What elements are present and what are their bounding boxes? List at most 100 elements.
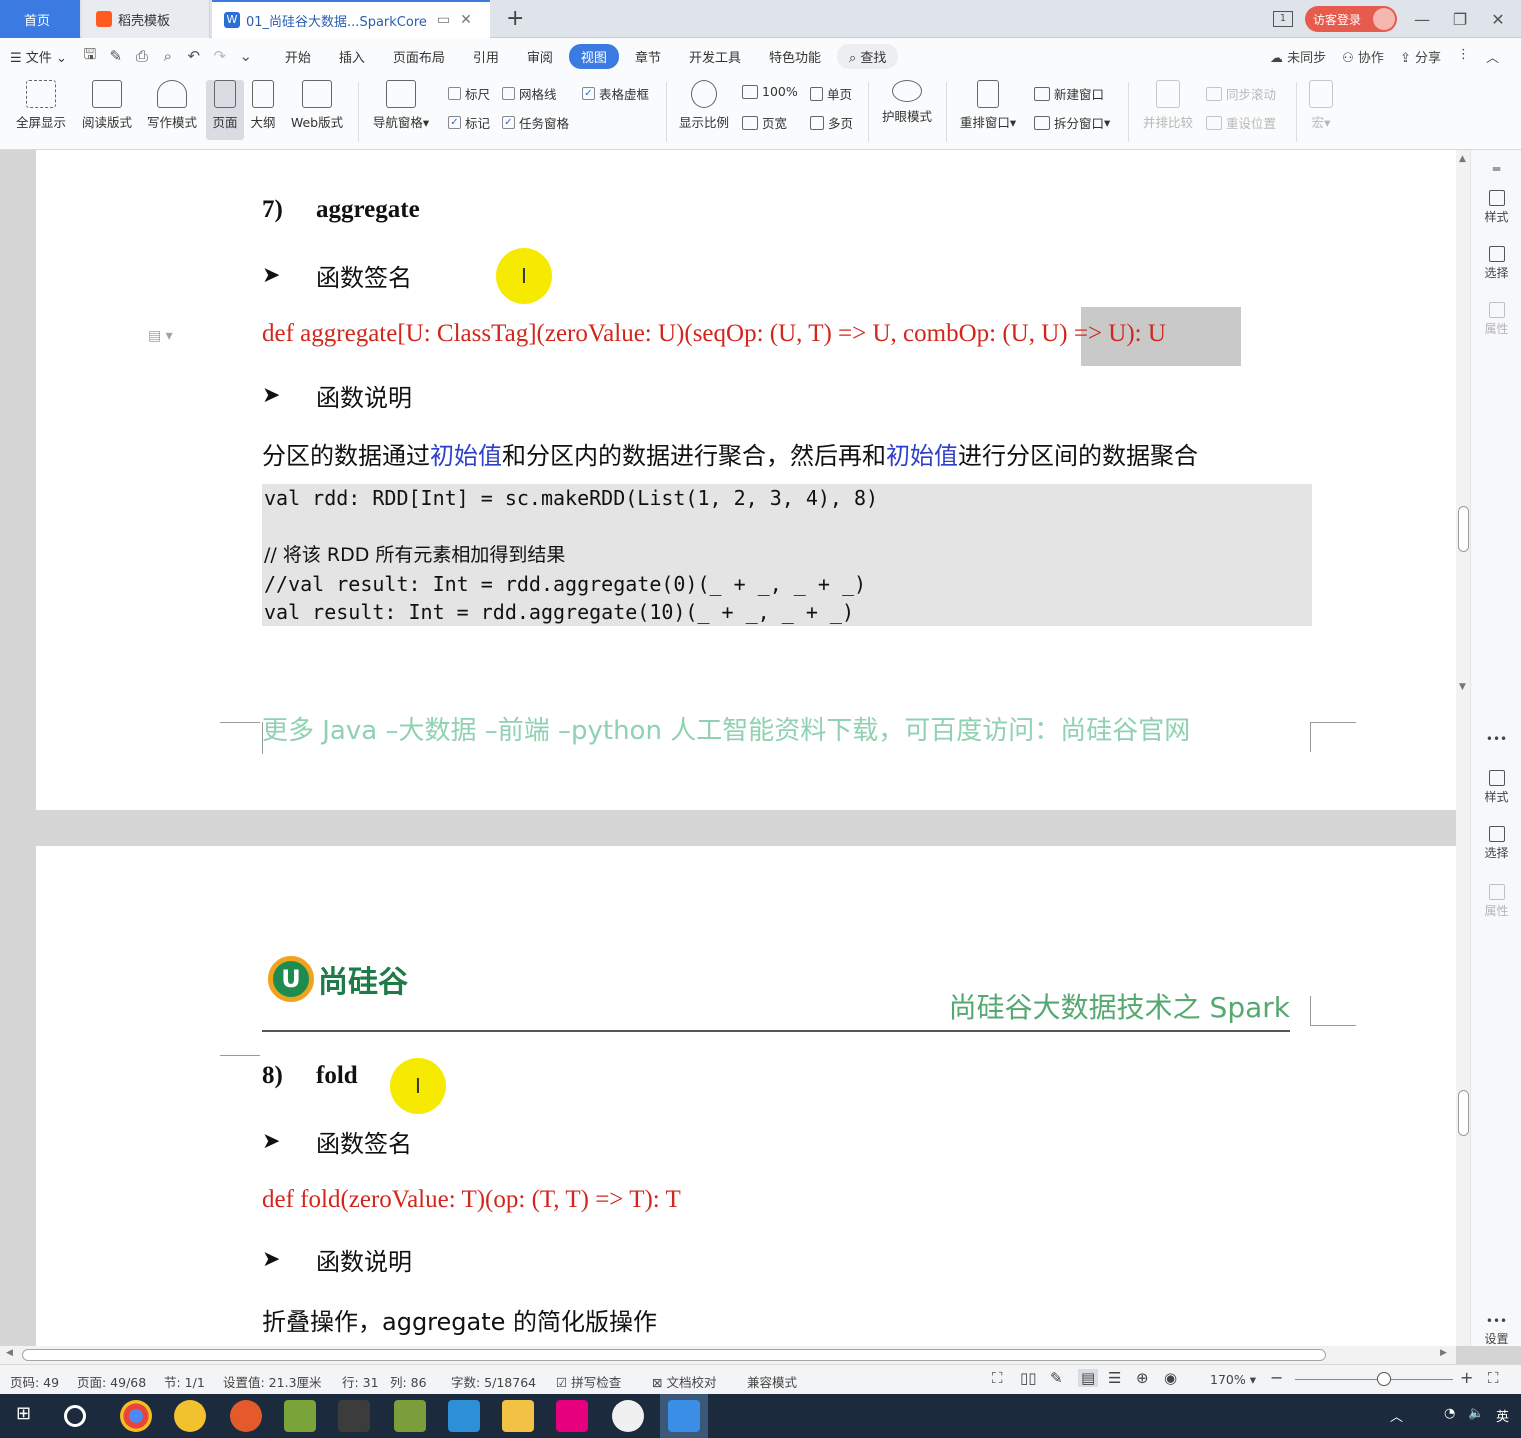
restore-icon[interactable]: ❐ [1447, 10, 1473, 29]
close-tab-icon[interactable]: ✕ [460, 12, 472, 28]
web-status-icon[interactable]: ⊕ [1136, 1369, 1149, 1387]
quick-access-dropdown-icon[interactable]: ⌄ [237, 47, 255, 65]
split-window-button[interactable]: 拆分窗口 ▾ [1034, 113, 1110, 132]
more-icon[interactable]: ⋮ [1457, 47, 1470, 66]
properties-pane-button[interactable]: 属性 [1471, 884, 1521, 919]
green-app-icon[interactable] [284, 1400, 316, 1432]
task-pane-checkbox[interactable]: ✓ 任务窗格 [502, 113, 569, 132]
menu-item-8[interactable]: 特色功能 [757, 44, 833, 69]
tab-home[interactable]: 首页 [0, 0, 80, 38]
login-button[interactable]: 访客登录 [1304, 6, 1397, 32]
scroll-down-icon[interactable]: ▼ [1459, 682, 1466, 692]
reset-position-button[interactable]: 重设位置 [1206, 113, 1276, 132]
scroll-thumb[interactable] [1458, 506, 1469, 552]
single-page-button[interactable]: 单页 [810, 84, 852, 103]
menu-item-7[interactable]: 开发工具 [677, 44, 753, 69]
side-by-side-button[interactable]: 并排比较 [1138, 80, 1198, 131]
menu-item-4[interactable]: 审阅 [515, 44, 565, 69]
terminal-app-icon[interactable] [338, 1400, 370, 1432]
status-words[interactable]: 字数: 5/18764 [451, 1372, 536, 1391]
eye-care-status-icon[interactable]: ◉ [1164, 1369, 1177, 1387]
nav-pane-button[interactable]: 导航窗格▾ [366, 80, 436, 131]
chat-app-icon[interactable] [612, 1400, 644, 1432]
zoom-100-button[interactable]: 100% [742, 84, 798, 99]
outline-status-icon[interactable]: ☰ [1108, 1369, 1121, 1387]
volume-icon[interactable]: 🔈 [1468, 1406, 1484, 1421]
table-dotted-checkbox[interactable]: ✓ 表格虚框 [582, 84, 649, 103]
collapse-ribbon-icon[interactable]: ︿ [1486, 47, 1499, 66]
writing-mode-button[interactable]: 写作模式 [142, 80, 202, 131]
share-button[interactable]: ⇪ 分享 [1400, 47, 1441, 66]
save-icon[interactable]: 🖫 [81, 44, 99, 69]
spell-check-button[interactable]: ☑ 拼写检查 [556, 1372, 621, 1391]
file-menu[interactable]: ☰ 文件 ⌄ [10, 47, 67, 66]
fullscreen-button[interactable]: 全屏显示 [10, 80, 72, 131]
page-view-button[interactable]: 页面 [206, 80, 244, 140]
scroll-right-icon[interactable]: ▶ [1440, 1348, 1447, 1358]
status-page-number[interactable]: 页码: 49 [10, 1372, 59, 1391]
vertical-scrollbar[interactable]: ▲ ▼ [1456, 150, 1470, 1346]
select-pane-button[interactable]: 选择 [1471, 246, 1521, 281]
multi-page-button[interactable]: 多页 [810, 113, 853, 132]
ime-indicator[interactable]: 英 [1496, 1406, 1509, 1425]
zoom-level[interactable]: 170% ▾ [1210, 1372, 1256, 1387]
document-area[interactable]: 7) aggregate I ➤ 函数签名 ▤ ▾ def aggregate[U:… [0, 150, 1456, 1346]
zoom-button[interactable]: 显示比例 [674, 80, 734, 131]
scroll-up-icon[interactable]: ▲ [1459, 154, 1466, 164]
scroll-left-icon[interactable]: ◀ [6, 1348, 13, 1358]
eye-care-button[interactable]: 护眼模式 [876, 80, 938, 125]
zoom-slider-knob[interactable] [1377, 1372, 1391, 1386]
search-circle-icon[interactable] [64, 1405, 86, 1427]
mf-app-icon[interactable] [174, 1400, 206, 1432]
new-window-button[interactable]: 新建窗口 [1034, 84, 1104, 103]
zoom-slider[interactable] [1295, 1379, 1453, 1380]
tray-expand-icon[interactable]: ︿ [1390, 1406, 1403, 1425]
marks-checkbox[interactable]: ✓ 标记 [448, 113, 490, 132]
folder-icon[interactable] [502, 1400, 534, 1432]
print-icon[interactable]: ⎙ [133, 47, 151, 65]
pin-icon[interactable]: ▭ [437, 12, 450, 28]
page-status-icon[interactable]: ▤ [1078, 1369, 1099, 1387]
outline-button[interactable]: 大纲 [248, 80, 278, 131]
fit-page-icon[interactable]: ⛶ [1488, 1369, 1499, 1387]
page-count-icon[interactable]: 1 [1272, 11, 1293, 27]
doc-proof-button[interactable]: ⊠ 文档校对 [652, 1372, 716, 1391]
menu-item-1[interactable]: 插入 [327, 44, 377, 69]
collab-button[interactable]: ⚇ 协作 [1342, 47, 1384, 66]
scroll-thumb[interactable] [22, 1349, 1326, 1361]
menu-item-2[interactable]: 页面布局 [381, 44, 457, 69]
menu-item-0[interactable]: 开始 [273, 44, 323, 69]
chrome-icon[interactable] [120, 1400, 152, 1432]
style-pane-button[interactable]: 样式 [1471, 770, 1521, 805]
fullscreen-status-icon[interactable]: ⛶ [992, 1369, 1003, 1387]
scroll-thumb[interactable] [1458, 1090, 1469, 1136]
properties-pane-button[interactable]: 属性 [1471, 302, 1521, 337]
gridlines-checkbox[interactable]: 网格线 [502, 84, 557, 103]
web-layout-button[interactable]: Web版式 [286, 80, 348, 131]
wifi-icon[interactable]: ◔ [1444, 1406, 1455, 1421]
select-pane-button[interactable]: 选择 [1471, 826, 1521, 861]
writing-status-icon[interactable]: ✎ [1050, 1369, 1063, 1387]
tab-template[interactable]: 稻壳模板 [82, 0, 210, 38]
page-2[interactable]: U 尚硅谷 尚硅谷大数据技术之 Spark 8) fold I ➤ 函数签名 def… [36, 846, 1456, 1346]
style-pane-button[interactable]: 样式 [1471, 190, 1521, 225]
zoom-out-icon[interactable]: − [1270, 1368, 1283, 1387]
macro-button[interactable]: 宏▾ [1304, 80, 1338, 131]
page-width-button[interactable]: 页宽 [742, 113, 787, 132]
sync-button[interactable]: ☁ 未同步 [1270, 47, 1326, 66]
reading-status-icon[interactable]: ▯▯ [1020, 1369, 1037, 1387]
more-options-icon[interactable]: ••• [1471, 1314, 1521, 1328]
rearrange-window-button[interactable]: 重排窗口▾ [954, 80, 1022, 131]
minimize-icon[interactable]: — [1409, 10, 1435, 29]
more-options-icon[interactable]: ••• [1471, 732, 1521, 746]
menu-item-3[interactable]: 引用 [461, 44, 511, 69]
new-tab-button[interactable]: + [506, 6, 524, 31]
reading-mode-button[interactable]: 阅读版式 [78, 80, 136, 131]
status-pages[interactable]: 页面: 49/68 [77, 1372, 146, 1391]
horizontal-scrollbar[interactable]: ◀ ▶ [0, 1346, 1456, 1364]
tab-document[interactable]: W 01_尚硅谷大数据...SparkCore ▭ ✕ [212, 0, 490, 38]
close-window-icon[interactable]: ✕ [1485, 10, 1511, 29]
browser-app-icon[interactable] [230, 1400, 262, 1432]
print-preview-icon[interactable]: ⌕ [159, 47, 177, 65]
zoom-in-icon[interactable]: + [1460, 1368, 1473, 1387]
